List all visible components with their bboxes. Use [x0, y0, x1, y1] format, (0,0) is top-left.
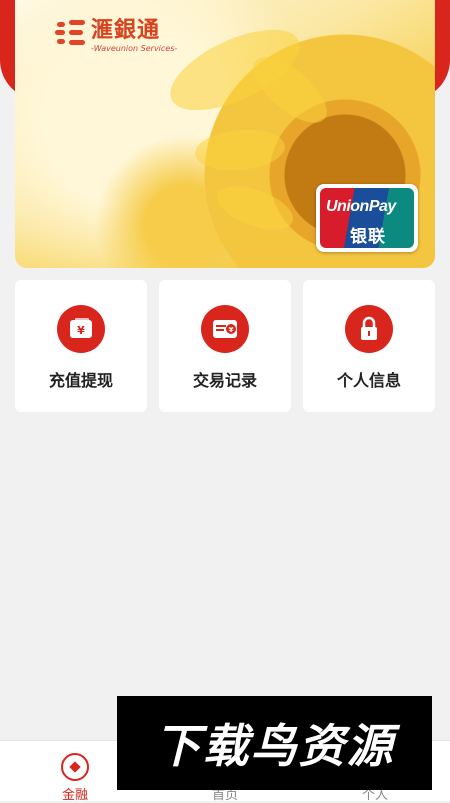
tile-label: 充值提现 — [48, 371, 113, 390]
unionpay-logo: UnionPay 银联 — [316, 184, 418, 252]
tile-label: 个人信息 — [336, 371, 401, 390]
tile-transaction-history[interactable]: ¥ 交易记录 — [159, 280, 291, 412]
tile-recharge-withdraw[interactable]: ¥ 充值提现 — [15, 280, 147, 412]
finance-icon — [61, 753, 89, 781]
unionpay-text: UnionPay — [326, 198, 396, 215]
sunflower-petal — [211, 177, 299, 239]
yen-wallet-icon: ¥ — [57, 305, 105, 353]
brand-name: 滙銀通 — [91, 17, 161, 43]
lock-icon — [345, 305, 393, 353]
svg-text:¥: ¥ — [229, 326, 234, 334]
brand-subtitle: -Waveunion Services- — [91, 44, 178, 53]
brand-mark-icon — [55, 18, 85, 46]
tile-label: 交易记录 — [192, 371, 257, 390]
yen-receipt-icon: ¥ — [201, 305, 249, 353]
watermark-overlay: 下载鸟资源 — [117, 696, 432, 790]
svg-text:¥: ¥ — [77, 324, 85, 337]
tile-personal-info[interactable]: 个人信息 — [303, 280, 435, 412]
sunflower-petal — [193, 126, 287, 174]
bank-card-banner[interactable]: 滙銀通 -Waveunion Services- UnionPay 银联 — [15, 0, 435, 268]
watermark-text: 下载鸟资源 — [154, 719, 395, 773]
unionpay-cn-text: 银联 — [350, 227, 386, 247]
brand-logo: 滙銀通 -Waveunion Services- — [55, 18, 177, 53]
